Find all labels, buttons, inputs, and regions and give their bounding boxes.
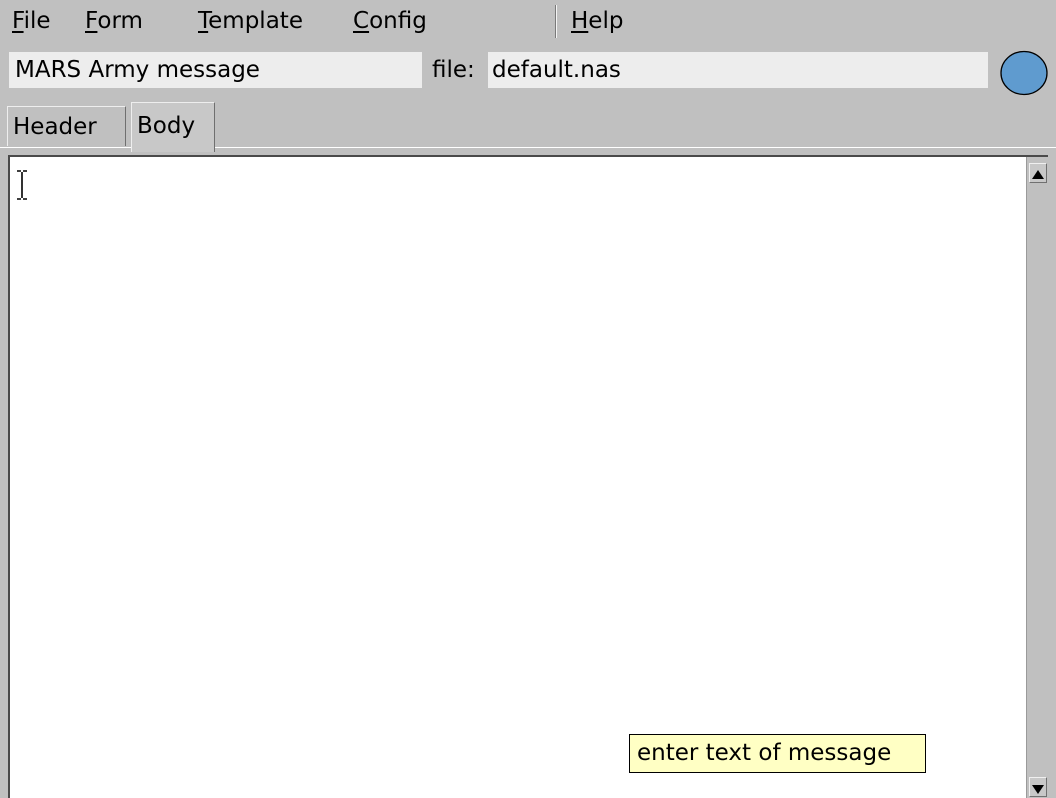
menu-file-label: ile <box>23 8 51 34</box>
body-tooltip: enter text of message <box>629 734 926 773</box>
file-label: file: <box>432 57 475 83</box>
menu-file[interactable]: File <box>12 6 51 36</box>
menu-form-label: orm <box>97 8 143 34</box>
menu-help-accel: H <box>571 8 589 34</box>
tab-header[interactable]: Header <box>7 106 126 146</box>
menu-template-accel: T <box>198 8 209 34</box>
menu-help-label: elp <box>588 8 624 34</box>
arrow-down-icon <box>1032 785 1044 794</box>
menu-config[interactable]: Config <box>353 6 427 36</box>
scroll-down-button[interactable] <box>1029 777 1047 797</box>
tab-body[interactable]: Body <box>131 102 215 152</box>
menu-file-accel: F <box>12 8 24 34</box>
status-light-icon[interactable] <box>999 50 1049 96</box>
body-editor-frame <box>8 155 1048 798</box>
message-body-editor[interactable] <box>10 157 1026 798</box>
menu-form[interactable]: Form <box>85 6 143 36</box>
menu-separator <box>555 5 557 38</box>
message-title-field[interactable]: MARS Army message <box>9 52 422 88</box>
file-name-field[interactable]: default.nas <box>488 52 988 88</box>
arrow-up-icon <box>1032 170 1044 179</box>
menu-template-label: emplate <box>208 8 303 34</box>
menu-template[interactable]: Template <box>198 6 303 36</box>
vertical-scrollbar[interactable] <box>1026 157 1048 798</box>
menu-help[interactable]: Help <box>571 6 623 36</box>
menu-form-accel: F <box>85 8 98 34</box>
menu-bar: File Form Template Config Help <box>0 0 1056 42</box>
menu-config-accel: C <box>353 8 370 34</box>
scrollbar-thumb[interactable] <box>1028 185 1048 773</box>
text-cursor-icon <box>17 170 27 200</box>
menu-config-label: onfig <box>369 8 427 34</box>
app-window: File Form Template Config Help MARS Army… <box>0 0 1056 798</box>
scroll-up-button[interactable] <box>1029 163 1047 183</box>
